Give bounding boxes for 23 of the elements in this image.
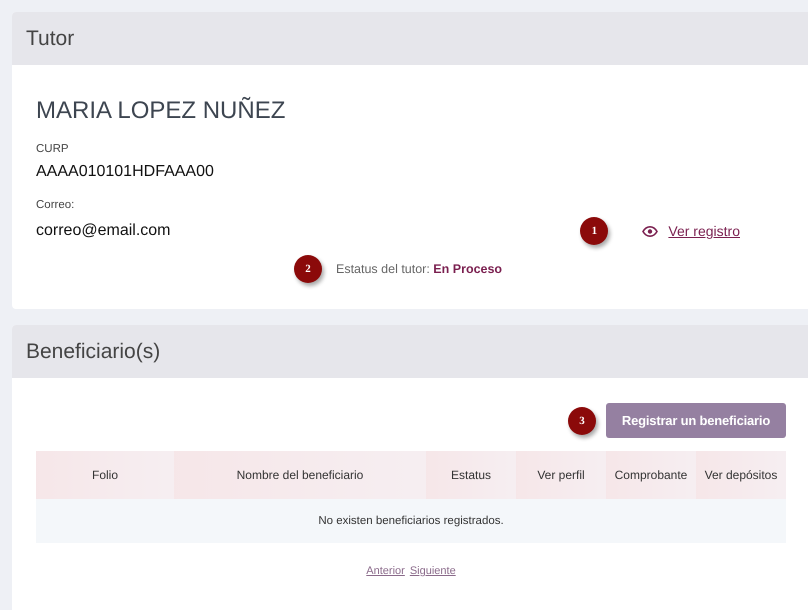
column-header: Estatus — [426, 451, 516, 499]
view-record-link[interactable]: Ver registro — [668, 223, 740, 239]
field-label: CURP — [36, 143, 69, 155]
tutor-name: MARIA LOPEZ NUÑEZ — [36, 97, 286, 125]
pagination-link[interactable]: Siguiente — [410, 565, 456, 577]
step-marker: 2 — [294, 255, 322, 283]
column-header: Ver depósitos — [696, 451, 786, 499]
step-marker: 1 — [580, 217, 608, 245]
tutor-status: Estatus del tutor: En Proceso — [336, 262, 502, 276]
register-beneficiary-button[interactable]: Registrar un beneficiario — [606, 403, 786, 438]
field-label: Correo: — [36, 199, 74, 211]
column-header: Folio — [36, 451, 174, 499]
section-title: Tutor — [26, 26, 74, 50]
eye-icon — [642, 226, 658, 236]
pagination-link[interactable]: Anterior — [366, 565, 405, 577]
curp-value: AAAA010101HDFAAA00 — [36, 163, 214, 181]
column-header: Ver perfil — [516, 451, 606, 499]
column-header: Nombre del beneficiario — [174, 451, 426, 499]
step-marker: 3 — [568, 406, 596, 434]
section-title: Beneficiario(s) — [26, 340, 160, 364]
column-header: Comprobante — [606, 451, 696, 499]
empty-message: No existen beneficiarios registrados. — [318, 515, 504, 527]
email-value: correo@email.com — [36, 222, 170, 240]
